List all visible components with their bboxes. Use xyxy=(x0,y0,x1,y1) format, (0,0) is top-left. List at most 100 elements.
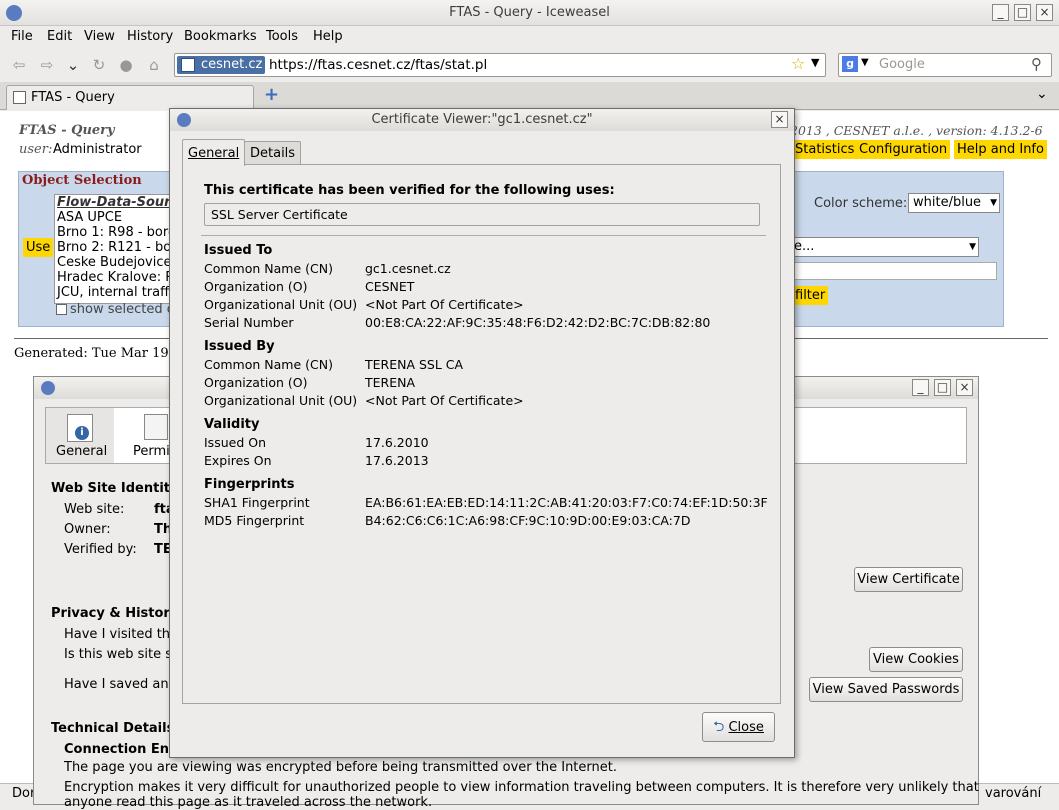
close-button[interactable]: ⮌ Close xyxy=(702,712,775,742)
status-warning-text: varování xyxy=(985,786,1042,801)
connection-heading: Connection Enc xyxy=(64,742,177,757)
window-titlebar: FTAS - Query - Iceweasel _ □ × xyxy=(0,0,1059,26)
connection-text: anyone read this page as it traveled acr… xyxy=(64,795,433,810)
color-scheme-select[interactable]: white/blue ▼ xyxy=(908,193,1000,213)
tab-favicon-icon xyxy=(13,91,26,104)
filter-select-value: e... xyxy=(794,239,815,254)
expires-on-label: Expires On xyxy=(204,453,272,468)
by-o-label: Organization (O) xyxy=(204,375,308,390)
certificate-viewer-titlebar: Certificate Viewer:"gc1.cesnet.cz" × xyxy=(170,109,794,131)
tab-list-icon[interactable]: ⌄ xyxy=(1036,86,1048,102)
filter-button[interactable]: filter xyxy=(791,286,829,305)
by-ou-value: <Not Part Of Certificate> xyxy=(365,393,524,408)
verified-label: Verified by: xyxy=(64,542,137,557)
forward-icon[interactable]: ⇨ xyxy=(36,54,58,76)
tab-details-label: Details xyxy=(250,146,296,161)
tab-general[interactable]: General xyxy=(182,139,246,166)
link-statistics[interactable]: Statistics xyxy=(792,140,858,159)
tab-bar: FTAS - Query + ⌄ xyxy=(0,82,1059,110)
certificate-uses-value: SSL Server Certificate xyxy=(211,207,348,222)
status-text: Dor xyxy=(12,786,36,801)
back-icon[interactable]: ⇦ xyxy=(8,54,30,76)
by-cn-label: Common Name (CN) xyxy=(204,357,333,372)
filter-input[interactable] xyxy=(791,262,997,280)
view-saved-passwords-button[interactable]: View Saved Passwords xyxy=(809,677,963,702)
to-o-label: Organization (O) xyxy=(204,279,308,294)
view-certificate-button[interactable]: View Certificate xyxy=(854,567,963,592)
privacy-question-visited: Have I visited this xyxy=(64,627,181,642)
site-identity-button[interactable]: cesnet.cz xyxy=(177,56,265,74)
search-engine-dropdown-icon[interactable]: ▼ xyxy=(861,57,869,68)
stop-icon[interactable]: ● xyxy=(115,54,137,76)
menu-edit[interactable]: Edit xyxy=(47,29,72,44)
connection-text: Encryption makes it very difficult for u… xyxy=(64,780,979,795)
close-dialog-button[interactable]: × xyxy=(956,379,973,396)
color-scheme-label: Color scheme: xyxy=(814,196,908,211)
tab-general[interactable]: i General xyxy=(46,408,114,463)
close-dialog-button[interactable]: × xyxy=(771,111,788,128)
site-identity-label: cesnet.cz xyxy=(201,57,263,72)
reload-icon[interactable]: ↻ xyxy=(88,54,110,76)
by-cn-value: TERENA SSL CA xyxy=(365,357,464,372)
search-bar[interactable]: g ▼ Google ⚲ xyxy=(838,53,1052,77)
home-icon[interactable]: ⌂ xyxy=(143,54,165,76)
issued-on-label: Issued On xyxy=(204,435,266,450)
show-selected-checkbox[interactable] xyxy=(56,304,67,315)
certificate-uses-field: SSL Server Certificate xyxy=(204,203,760,226)
color-scheme-value: white/blue xyxy=(913,195,982,210)
search-icon[interactable]: ⚲ xyxy=(1031,55,1042,73)
sha1-value: EA:B6:61:EA:EB:ED:14:11:2C:AB:41:20:03:F… xyxy=(365,495,768,510)
issued-by-heading: Issued By xyxy=(204,339,275,354)
validity-heading: Validity xyxy=(204,417,260,432)
chevron-down-icon: ▼ xyxy=(990,198,997,208)
search-engine-icon[interactable]: g xyxy=(842,56,858,72)
minimize-button[interactable]: _ xyxy=(992,4,1009,21)
link-configuration[interactable]: Configuration xyxy=(856,140,951,159)
url-text[interactable]: https://ftas.cesnet.cz/ftas/stat.pl xyxy=(269,57,487,73)
tab-ftas-query[interactable]: FTAS - Query xyxy=(6,85,254,110)
bookmark-star-icon[interactable]: ☆ xyxy=(791,54,805,73)
issued-to-heading: Issued To xyxy=(204,243,273,258)
privacy-question-storing: Is this web site s xyxy=(64,647,172,662)
serial-label: Serial Number xyxy=(204,315,294,330)
user-label: user: xyxy=(19,142,53,157)
app-title: FTAS - Query xyxy=(19,123,115,138)
menu-tools[interactable]: Tools xyxy=(266,29,298,44)
menu-help[interactable]: Help xyxy=(313,29,343,44)
menu-history[interactable]: History xyxy=(127,29,173,44)
website-label: Web site: xyxy=(64,502,125,517)
history-dropdown-icon[interactable]: ⌄ xyxy=(62,54,84,76)
user-value: Administrator xyxy=(53,142,142,157)
url-dropdown-icon[interactable]: ▼ xyxy=(811,56,819,69)
by-ou-label: Organizational Unit (OU) xyxy=(204,393,358,408)
link-help-and-info[interactable]: Help and Info xyxy=(954,140,1047,159)
use-button[interactable]: Use xyxy=(23,238,54,257)
url-bar[interactable]: cesnet.cz https://ftas.cesnet.cz/ftas/st… xyxy=(174,53,826,77)
filter-select[interactable]: e... ▼ xyxy=(791,237,979,257)
view-cookies-button[interactable]: View Cookies xyxy=(869,647,963,672)
menu-view[interactable]: View xyxy=(84,29,115,44)
maximize-button[interactable]: □ xyxy=(1014,4,1031,21)
maximize-button[interactable]: □ xyxy=(934,379,951,396)
new-tab-button[interactable]: + xyxy=(264,84,279,105)
privacy-heading: Privacy & History xyxy=(51,606,179,621)
to-o-value: CESNET xyxy=(365,279,415,294)
to-cn-value: gc1.cesnet.cz xyxy=(365,261,451,276)
site-favicon-icon xyxy=(181,58,195,72)
to-ou-value: <Not Part Of Certificate> xyxy=(365,297,524,312)
copyright-text: 2013 , CESNET a.l.e. , version: 4.13.2-6 xyxy=(790,123,1043,138)
certificate-general-panel: This certificate has been verified for t… xyxy=(182,164,781,704)
close-window-button[interactable]: × xyxy=(1036,4,1053,21)
menu-file[interactable]: File xyxy=(11,29,33,44)
menu-bookmarks[interactable]: Bookmarks xyxy=(184,29,257,44)
tab-details[interactable]: Details xyxy=(244,141,302,165)
identity-heading: Web Site Identity xyxy=(51,481,179,496)
tab-general-label: General xyxy=(188,146,240,161)
by-o-value: TERENA xyxy=(365,375,416,390)
serial-value: 00:E8:CA:22:AF:9C:35:48:F6:D2:42:D2:BC:7… xyxy=(365,315,711,330)
search-input[interactable]: Google xyxy=(879,57,925,72)
to-cn-label: Common Name (CN) xyxy=(204,261,333,276)
iceweasel-icon xyxy=(41,381,55,395)
tab-label: FTAS - Query xyxy=(31,90,115,105)
minimize-button[interactable]: _ xyxy=(912,379,929,396)
